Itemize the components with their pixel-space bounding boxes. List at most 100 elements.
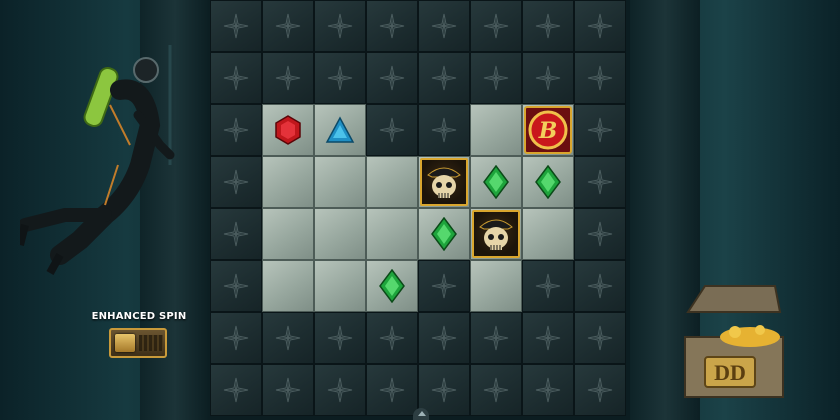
emerald-gem-icon (483, 165, 509, 199)
locked-cell (418, 0, 470, 52)
locked-cell (262, 52, 314, 104)
treasure-chest-illustration: DD (684, 285, 784, 398)
locked-cell (418, 364, 470, 416)
pirate-skull-icon (479, 219, 513, 250)
locked-cell (574, 312, 626, 364)
toggle-knob (115, 334, 135, 352)
locked-cell (522, 260, 574, 312)
locked-cell (470, 52, 522, 104)
symbol-cell (262, 260, 314, 312)
compass-star-icon (587, 221, 613, 247)
emerald-gem-icon (535, 165, 561, 199)
slot-grid: B (210, 0, 630, 420)
compass-star-icon (587, 273, 613, 299)
symbol-cell (418, 156, 470, 208)
compass-star-icon (587, 325, 613, 351)
ruby-gem-icon (275, 115, 301, 145)
symbol-cell (314, 156, 366, 208)
locked-cell (418, 52, 470, 104)
expand-menu-button[interactable] (413, 408, 429, 420)
locked-cell (522, 52, 574, 104)
symbol-cell (262, 104, 314, 156)
enhanced-spin-label: ENHANCED SPIN (91, 311, 187, 322)
compass-star-icon (431, 325, 457, 351)
scuba-diver-illustration (20, 45, 175, 275)
compass-star-icon (379, 325, 405, 351)
compass-star-icon (275, 65, 301, 91)
bonus-letter: B (538, 118, 558, 144)
symbol-cell (262, 156, 314, 208)
compass-star-icon (431, 273, 457, 299)
symbol-cell (470, 208, 522, 260)
compass-star-icon (275, 13, 301, 39)
compass-star-icon (223, 13, 249, 39)
locked-cell (470, 0, 522, 52)
symbol-cell (418, 208, 470, 260)
symbol-cell (522, 208, 574, 260)
compass-star-icon (379, 377, 405, 403)
symbol-cell (366, 156, 418, 208)
locked-cell (262, 0, 314, 52)
locked-cell (574, 0, 626, 52)
locked-cell (418, 104, 470, 156)
symbol-cell (314, 260, 366, 312)
blue-triangle-gem-icon (325, 116, 355, 143)
locked-cell (470, 364, 522, 416)
compass-star-icon (587, 13, 613, 39)
bonus-coin-icon: B (528, 110, 568, 150)
locked-cell (262, 312, 314, 364)
locked-cell (210, 52, 262, 104)
compass-star-icon (483, 13, 509, 39)
locked-cell (366, 104, 418, 156)
pirate-skull-icon (427, 167, 461, 198)
locked-cell (210, 364, 262, 416)
compass-star-icon (327, 65, 353, 91)
symbol-cell (470, 156, 522, 208)
symbol-cell (314, 208, 366, 260)
locked-cell (210, 260, 262, 312)
compass-star-icon (535, 273, 561, 299)
compass-star-icon (587, 117, 613, 143)
enhanced-spin-toggle[interactable] (109, 328, 167, 358)
chest-emblem: DD (714, 360, 746, 385)
locked-cell (210, 156, 262, 208)
locked-cell (470, 312, 522, 364)
toggle-track (139, 335, 163, 351)
locked-cell (418, 312, 470, 364)
symbol-cell (366, 260, 418, 312)
symbol-cell (470, 104, 522, 156)
locked-cell (210, 312, 262, 364)
locked-cell (366, 312, 418, 364)
locked-cell (210, 104, 262, 156)
compass-star-icon (379, 65, 405, 91)
compass-star-icon (327, 13, 353, 39)
compass-star-icon (223, 169, 249, 195)
locked-cell (574, 104, 626, 156)
locked-cell (210, 0, 262, 52)
locked-cell (314, 52, 366, 104)
locked-cell (314, 364, 366, 416)
locked-cell (574, 208, 626, 260)
locked-cell (574, 260, 626, 312)
compass-star-icon (535, 325, 561, 351)
locked-cell (366, 364, 418, 416)
emerald-gem-icon (379, 269, 405, 303)
compass-star-icon (379, 13, 405, 39)
locked-cell (366, 52, 418, 104)
compass-star-icon (431, 13, 457, 39)
locked-cell (418, 260, 470, 312)
compass-star-icon (327, 325, 353, 351)
compass-star-icon (483, 325, 509, 351)
locked-cell (574, 156, 626, 208)
compass-star-icon (223, 273, 249, 299)
locked-cell (314, 0, 366, 52)
compass-star-icon (223, 221, 249, 247)
compass-star-icon (587, 169, 613, 195)
locked-cell (366, 0, 418, 52)
symbol-cell (470, 260, 522, 312)
compass-star-icon (223, 117, 249, 143)
compass-star-icon (431, 65, 457, 91)
compass-star-icon (483, 377, 509, 403)
locked-cell (262, 364, 314, 416)
emerald-gem-icon (431, 217, 457, 251)
